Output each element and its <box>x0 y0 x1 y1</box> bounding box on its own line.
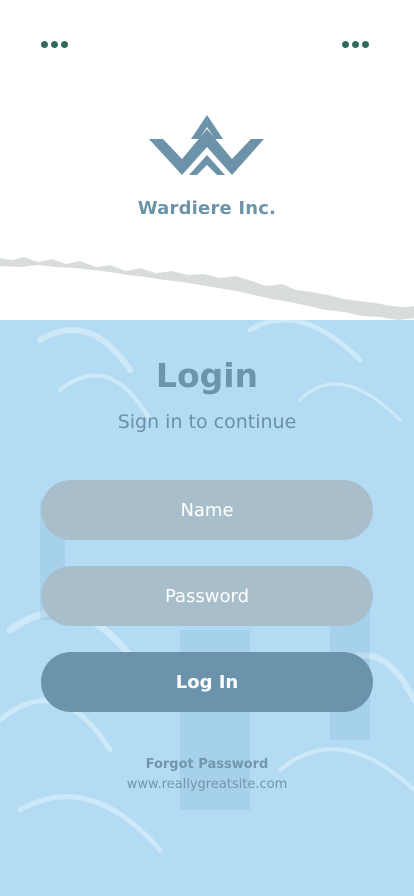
login-screen: Wardiere Inc. Login Sign in to continue … <box>0 0 414 896</box>
login-button[interactable]: Log In <box>41 652 373 712</box>
page-subtitle: Sign in to continue <box>117 411 297 433</box>
password-input[interactable] <box>41 566 373 626</box>
page-title: Login <box>155 356 259 395</box>
name-input[interactable] <box>41 480 373 540</box>
forgot-password-link[interactable]: Forgot Password <box>0 757 414 772</box>
login-form: Login Sign in to continue Log In Forgot … <box>0 0 414 896</box>
website-text: www.reallygreatsite.com <box>126 777 288 792</box>
